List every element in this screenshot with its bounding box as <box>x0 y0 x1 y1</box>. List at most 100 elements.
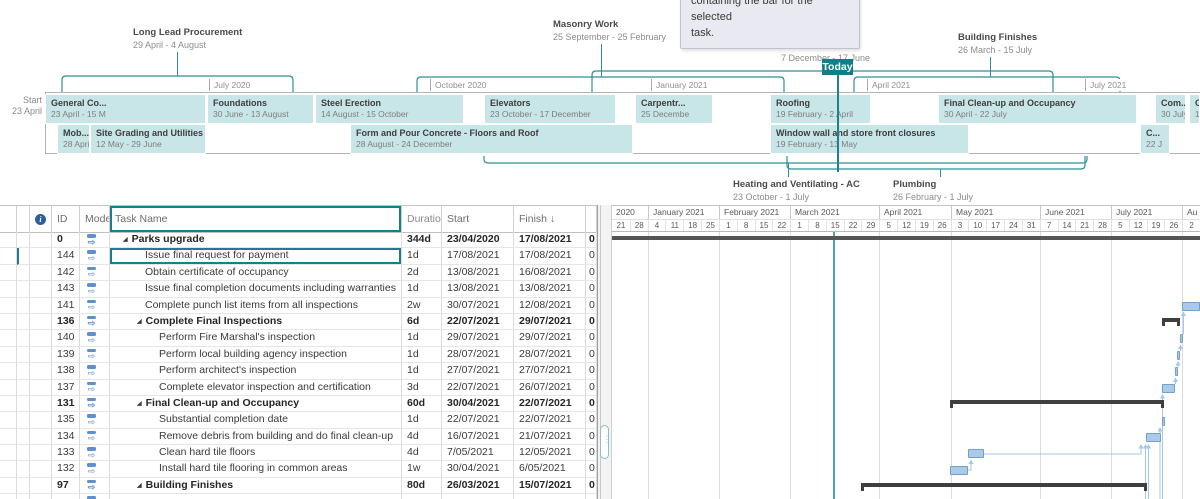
cell-dur[interactable]: 3d <box>402 380 442 396</box>
cell-extra[interactable]: 0 <box>586 330 597 346</box>
column-header-mode[interactable]: Mode <box>80 206 110 233</box>
table-row[interactable]: 136⇨◢Complete Final Inspections6d22/07/2… <box>0 314 597 330</box>
cell-finish[interactable]: 22/07/2021 <box>514 396 586 412</box>
cell-extra[interactable] <box>586 494 597 499</box>
cell-extra[interactable]: 0 <box>586 347 597 363</box>
cell-id[interactable]: 140 <box>52 330 80 346</box>
cell-start[interactable]: 22/07/2021 <box>442 380 514 396</box>
splitter-thumb[interactable] <box>600 425 609 459</box>
cell-extra[interactable]: 0 <box>586 429 597 445</box>
timeline-callout[interactable]: Heating and Ventilating - AC23 October -… <box>733 178 860 204</box>
cell-b[interactable] <box>17 396 30 412</box>
gantt-project-bar[interactable] <box>612 236 1200 241</box>
cell-id[interactable]: 132 <box>52 461 80 477</box>
timeline-task-bar[interactable]: Window wall and store front closures19 F… <box>770 124 969 154</box>
gantt-summary-bar[interactable] <box>950 400 1164 404</box>
cell-finish[interactable]: 27/07/2021 <box>514 363 586 379</box>
cell-info[interactable] <box>30 314 52 330</box>
cell-dur[interactable]: 1d <box>402 412 442 428</box>
timeline-task-bar[interactable]: Elevators23 October - 17 December <box>484 94 616 124</box>
cell-extra[interactable]: 0 <box>586 314 597 330</box>
cell-finish[interactable]: 26/07/2021 <box>514 380 586 396</box>
column-header-a[interactable] <box>0 206 17 233</box>
cell-id[interactable]: 144 <box>52 248 80 264</box>
column-header-dur[interactable]: Duration <box>402 206 442 233</box>
cell-task[interactable]: ◢Parks upgrade <box>110 232 402 248</box>
cell-finish[interactable]: 29/07/2021 <box>514 330 586 346</box>
gantt-bar-bar[interactable] <box>1182 302 1200 311</box>
cell-dur[interactable]: 344d <box>402 232 442 248</box>
cell-finish[interactable]: 21/07/2021 <box>514 429 586 445</box>
cell-start[interactable]: 27/07/2021 <box>442 363 514 379</box>
timeline-task-bar[interactable]: O1 <box>1189 94 1200 124</box>
cell-mode[interactable]: ⇨ <box>80 347 110 363</box>
cell-b[interactable] <box>17 281 30 297</box>
cell-mode[interactable]: ⇨ <box>80 445 110 461</box>
cell-info[interactable] <box>30 248 52 264</box>
cell-start[interactable]: 22/07/2021 <box>442 314 514 330</box>
gantt-summary-bar[interactable] <box>861 483 1147 487</box>
cell-task[interactable]: Issue final completion documents includi… <box>110 281 402 297</box>
table-row[interactable]: 140⇨Perform Fire Marshal's inspection1d2… <box>0 330 597 346</box>
cell-task[interactable]: Complete punch list items from all inspe… <box>110 298 402 314</box>
cell-a[interactable] <box>0 412 17 428</box>
cell-info[interactable] <box>30 412 52 428</box>
cell-start[interactable]: 29/07/2021 <box>442 330 514 346</box>
cell-start[interactable] <box>442 494 514 499</box>
cell-extra[interactable]: 0 <box>586 412 597 428</box>
timeline-callout[interactable]: Masonry Work25 September - 25 February <box>553 18 666 44</box>
collapse-triangle-icon[interactable]: ◢ <box>137 397 142 412</box>
cell-extra[interactable]: 0 <box>586 380 597 396</box>
cell-task[interactable]: ◢Complete Final Inspections <box>110 314 402 330</box>
cell-b[interactable] <box>17 330 30 346</box>
cell-mode[interactable]: ⇨ <box>80 412 110 428</box>
cell-id[interactable]: 97 <box>52 478 80 494</box>
cell-finish[interactable] <box>514 494 586 499</box>
cell-a[interactable] <box>0 281 17 297</box>
cell-extra[interactable]: 0 <box>586 281 597 297</box>
cell-task[interactable]: Remove debris from building and do final… <box>110 429 402 445</box>
cell-task[interactable]: ◢Building Finishes <box>110 478 402 494</box>
cell-info[interactable] <box>30 265 52 281</box>
cell-mode[interactable]: ⇨ <box>80 281 110 297</box>
cell-dur[interactable]: 6d <box>402 314 442 330</box>
cell-info[interactable] <box>30 380 52 396</box>
cell-extra[interactable]: 0 <box>586 445 597 461</box>
table-row[interactable]: ⇨ <box>0 494 597 499</box>
cell-info[interactable] <box>30 461 52 477</box>
cell-task[interactable]: ◢Final Clean-up and Occupancy <box>110 396 402 412</box>
cell-extra[interactable]: 0 <box>586 478 597 494</box>
cell-extra[interactable]: 0 <box>586 461 597 477</box>
timeline-task-bar[interactable]: Mob...28 April <box>57 124 90 154</box>
cell-b[interactable] <box>17 494 30 499</box>
cell-mode[interactable]: ⇨ <box>80 478 110 494</box>
cell-id[interactable]: 143 <box>52 281 80 297</box>
cell-info[interactable] <box>30 281 52 297</box>
gantt-bar-bar[interactable] <box>1180 334 1183 343</box>
cell-dur[interactable] <box>402 494 442 499</box>
table-row[interactable]: 143⇨Issue final completion documents inc… <box>0 281 597 297</box>
cell-dur[interactable]: 1w <box>402 461 442 477</box>
cell-a[interactable] <box>0 232 17 248</box>
cell-task[interactable]: Complete elevator inspection and certifi… <box>110 380 402 396</box>
cell-start[interactable]: 30/04/2021 <box>442 396 514 412</box>
column-header-info[interactable]: i <box>30 206 52 233</box>
cell-id[interactable]: 134 <box>52 429 80 445</box>
cell-task[interactable]: Install hard tile flooring in common are… <box>110 461 402 477</box>
table-row[interactable]: 138⇨Perform architect's inspection1d27/0… <box>0 363 597 379</box>
cell-finish[interactable]: 13/08/2021 <box>514 281 586 297</box>
cell-info[interactable] <box>30 363 52 379</box>
cell-mode[interactable]: ⇨ <box>80 396 110 412</box>
timeline-callout[interactable]: Building Finishes26 March - 15 July <box>958 31 1037 57</box>
cell-start[interactable]: 13/08/2021 <box>442 281 514 297</box>
cell-b[interactable] <box>17 248 30 264</box>
cell-mode[interactable]: ⇨ <box>80 265 110 281</box>
cell-info[interactable] <box>30 298 52 314</box>
table-row[interactable]: 97⇨◢Building Finishes80d26/03/202115/07/… <box>0 478 597 494</box>
timeline-task-bar[interactable]: Steel Erection14 August - 15 October <box>315 94 464 124</box>
collapse-triangle-icon[interactable]: ◢ <box>137 479 142 494</box>
cell-id[interactable]: 141 <box>52 298 80 314</box>
table-row[interactable]: 142⇨Obtain certificate of occupancy2d13/… <box>0 265 597 281</box>
cell-dur[interactable]: 2d <box>402 265 442 281</box>
gantt-bar-bar[interactable] <box>968 449 984 458</box>
